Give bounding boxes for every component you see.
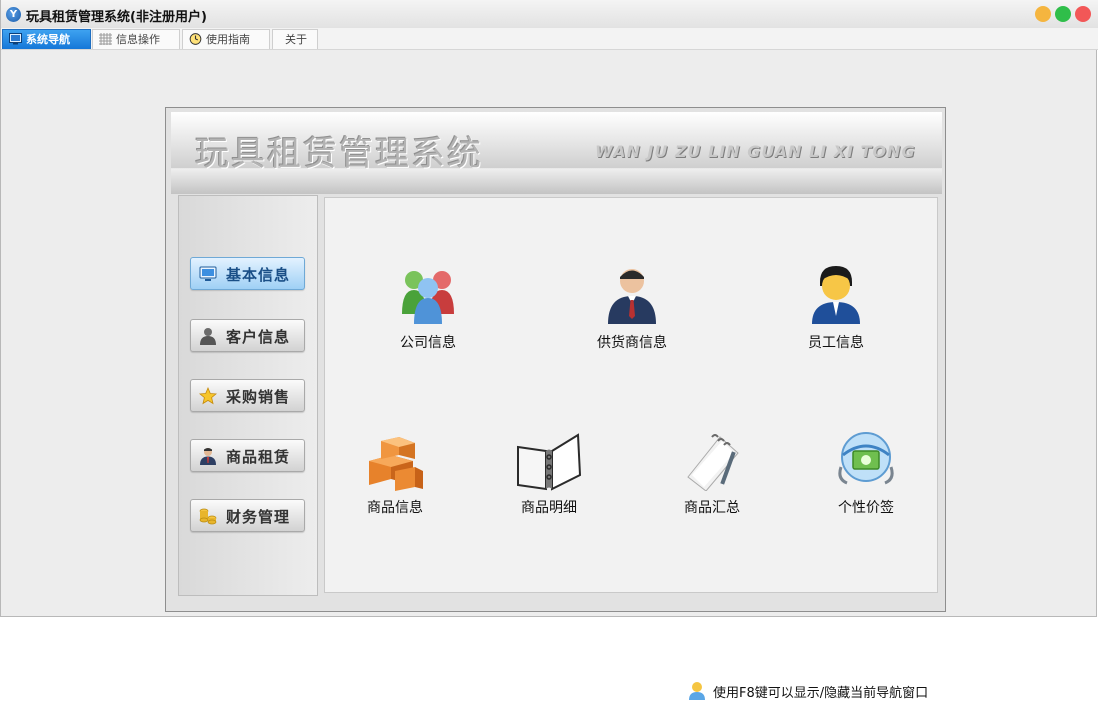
people-group-icon	[402, 271, 454, 324]
sidebar-item-label: 财务管理	[226, 508, 291, 526]
grid-icon	[99, 33, 112, 45]
boxes-icon	[369, 437, 423, 491]
app-window: Y 玩具租赁管理系统(非注册用户) 系统导航 信息操作 使用指南 关于 玩具租赁…	[0, 0, 1098, 701]
item-label: 商品信息	[367, 500, 423, 516]
sidebar-item-label: 采购销售	[226, 388, 291, 406]
tab-label: 使用指南	[206, 33, 250, 46]
window-title: 玩具租赁管理系统(非注册用户)	[26, 10, 207, 25]
sidebar-item-label: 客户信息	[226, 328, 291, 346]
tab-label: 系统导航	[26, 33, 70, 46]
price-tag-icon	[838, 432, 894, 485]
tab-label: 信息操作	[116, 33, 160, 46]
supplier-info-item[interactable]: 供货商信息	[562, 264, 702, 352]
item-label: 员工信息	[808, 335, 864, 351]
item-label: 公司信息	[400, 335, 456, 351]
user-hint-icon	[689, 682, 705, 700]
goods-summary-item[interactable]: 商品汇总	[642, 431, 782, 517]
sidebar-item-finance[interactable]: 财务管理	[190, 499, 305, 532]
item-label: 供货商信息	[597, 335, 667, 351]
navigation-panel: 玩具租赁管理系统 WAN JU ZU LIN GUAN LI XI TONG 基…	[165, 107, 946, 701]
sidebar-item-goods-rental[interactable]: 商品租赁	[190, 439, 305, 472]
goods-info-item[interactable]: 商品信息	[325, 431, 465, 517]
star-icon	[199, 387, 217, 405]
item-label: 个性价签	[838, 500, 894, 516]
company-info-item[interactable]: 公司信息	[358, 264, 498, 352]
tab-user-guide[interactable]: 使用指南	[182, 29, 270, 49]
banner-subtitle: WAN JU ZU LIN GUAN LI XI TONG	[595, 142, 916, 161]
close-button[interactable]	[1075, 6, 1091, 22]
tab-bar: 系统导航 信息操作 使用指南 关于	[1, 28, 1098, 50]
notepad-icon	[687, 434, 739, 491]
businessman-icon	[200, 448, 216, 465]
tab-system-navigation[interactable]: 系统导航	[2, 29, 91, 49]
banner: 玩具租赁管理系统 WAN JU ZU LIN GUAN LI XI TONG	[171, 112, 942, 194]
hint-text: 使用F8键可以显示/隐藏当前导航窗口	[713, 686, 929, 701]
businessman-icon	[608, 269, 656, 324]
price-tag-item[interactable]: 个性价签	[796, 431, 936, 517]
banner-title: 玩具租赁管理系统	[195, 134, 483, 174]
notebook-icon	[517, 433, 582, 491]
monitor-icon	[9, 33, 22, 45]
tab-about[interactable]: 关于	[272, 29, 318, 49]
sidebar: 基本信息 客户信息 采购销售 商品租赁 财务管理	[178, 195, 318, 596]
tab-label: 关于	[285, 33, 307, 46]
app-logo-icon: Y	[6, 7, 21, 22]
person-icon	[200, 328, 216, 345]
sidebar-item-label: 商品租赁	[226, 448, 291, 466]
tab-info-operation[interactable]: 信息操作	[92, 29, 180, 49]
sidebar-item-basic-info[interactable]: 基本信息	[190, 257, 305, 290]
sidebar-item-label: 基本信息	[226, 266, 291, 284]
title-bar[interactable]: Y 玩具租赁管理系统(非注册用户)	[1, 0, 1098, 28]
sidebar-item-purchase-sales[interactable]: 采购销售	[190, 379, 305, 412]
employee-info-item[interactable]: 员工信息	[766, 264, 906, 352]
monitor-icon	[199, 266, 217, 281]
content-area	[324, 197, 938, 593]
employee-icon	[812, 266, 860, 324]
coins-icon	[199, 508, 217, 525]
sidebar-item-customer-info[interactable]: 客户信息	[190, 319, 305, 352]
minimize-button[interactable]	[1035, 6, 1051, 22]
maximize-button[interactable]	[1055, 6, 1071, 22]
item-label: 商品明细	[521, 500, 577, 516]
goods-detail-item[interactable]: 商品明细	[479, 431, 619, 517]
item-label: 商品汇总	[684, 500, 740, 516]
clock-icon	[189, 33, 202, 45]
